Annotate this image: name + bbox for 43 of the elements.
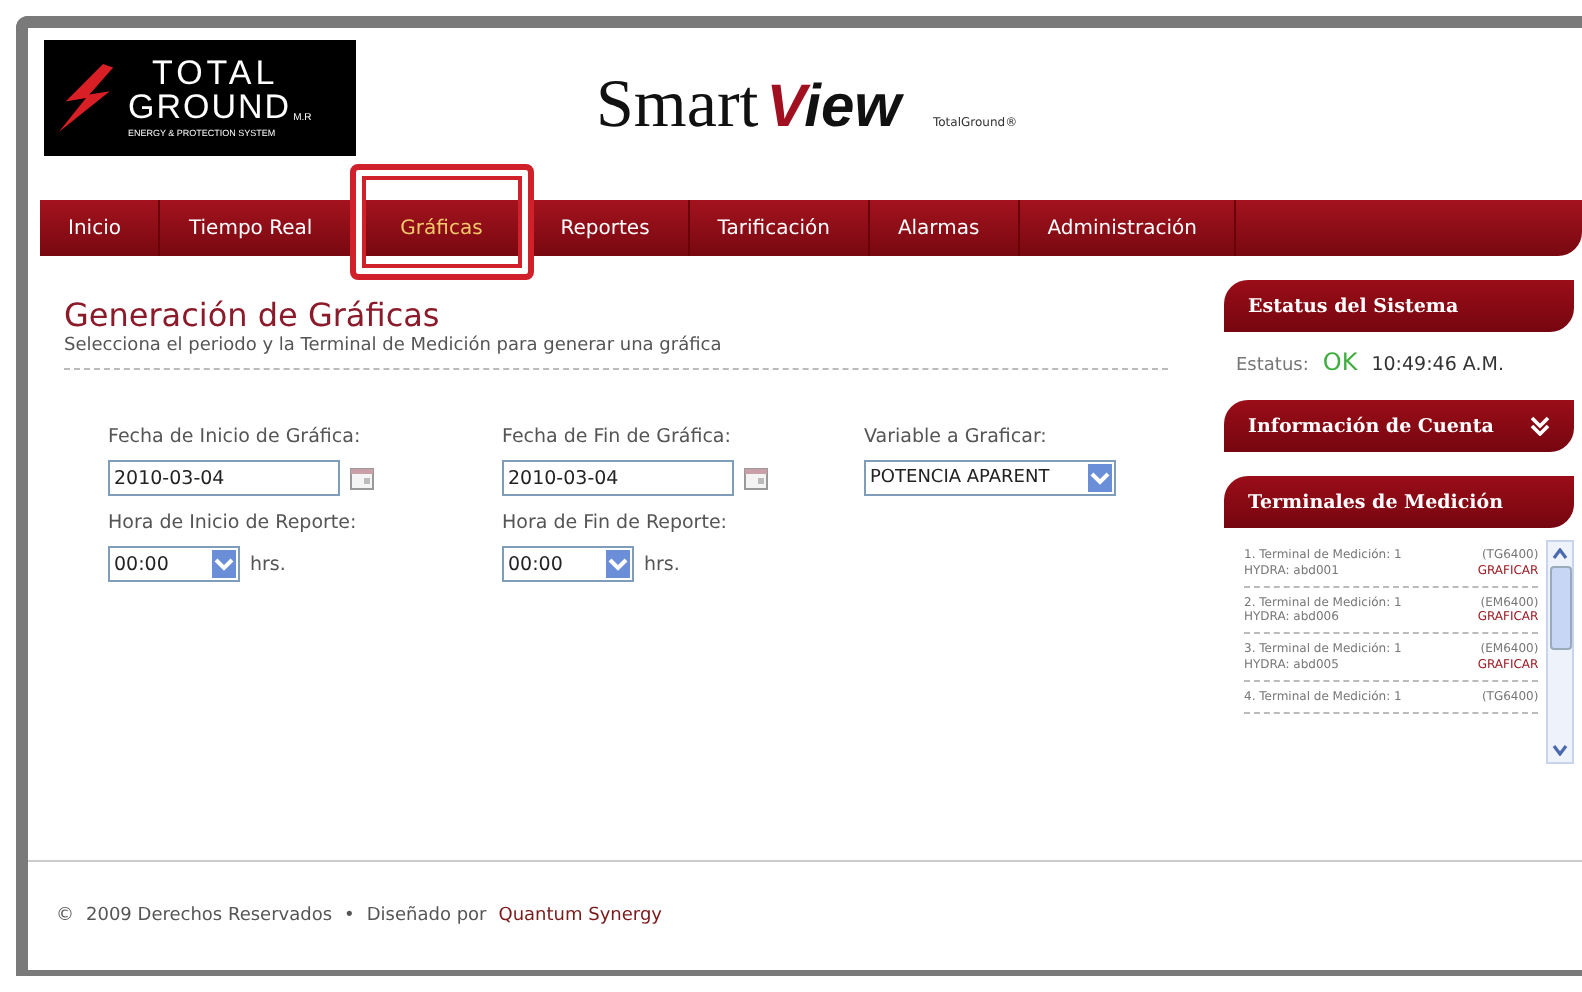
expand-icon[interactable] [1530,416,1550,436]
time-dropdown[interactable]: 00:00 [108,546,240,582]
scroll-down-icon[interactable] [1552,744,1569,756]
time-dropdown[interactable]: 00:00 [502,546,634,582]
footer-text: 2009 Derechos Reservados [86,906,333,926]
nav-tab[interactable]: Tiempo Real [160,200,353,256]
page-subtitle: Selecciona el periodo y la Terminal de Medición para generar una gráfica [64,336,724,356]
status-time: 10:49:46 A.M. [1371,354,1504,376]
unit-label: hrs. [250,553,286,575]
scrollbar[interactable] [1546,540,1574,764]
field-label: Variable a Graficar: [864,426,1049,448]
field-label: Hora de Fin de Reporte: [502,512,729,534]
scroll-up-icon[interactable] [1552,548,1569,560]
nav-tab[interactable]: Alarmas [869,200,1020,256]
calendar-icon[interactable] [744,467,768,489]
date-field[interactable]: 2010-03-04 [108,460,340,496]
nav-tab[interactable]: Inicio [40,200,161,256]
panel-title: Estatus del Sistema [1248,295,1459,317]
nav-tab[interactable]: Tarificación [689,200,870,256]
brand-title: Smart [596,68,759,144]
panel-title: Información de Cuenta [1248,415,1494,437]
field-label: Fecha de Fin de Gráfica: [502,426,733,448]
nav-tab[interactable]: Administración [1019,200,1237,256]
logo-text: GROUND [128,90,292,125]
date-field[interactable]: 2010-03-04 [502,460,734,496]
footer-link[interactable]: Quantum Synergy [498,906,662,926]
brand-title: View [766,74,901,142]
status-label: Estatus: [1236,356,1309,376]
unit-label: hrs. [644,553,680,575]
field-label: Hora de Inicio de Reporte: [108,512,359,534]
field-label: Fecha de Inicio de Gráfica: [108,426,363,448]
panel-title: Terminales de Medición [1248,491,1504,513]
copyright-symbol: © [56,906,74,926]
footer-text: Diseñado por [366,906,487,926]
footer-separator: • [344,906,355,926]
nav-tab[interactable]: Gráficas [352,200,533,256]
nav-tab[interactable]: Reportes [532,200,690,256]
page-title: Generación de Gráficas [64,296,442,334]
variable-dropdown[interactable]: POTENCIA APARENT [864,460,1116,496]
logo-text: TOTAL [152,56,281,91]
calendar-icon[interactable] [350,467,374,489]
panel-header[interactable]: Información de Cuenta [1224,400,1574,452]
status-value: OK [1322,348,1358,376]
